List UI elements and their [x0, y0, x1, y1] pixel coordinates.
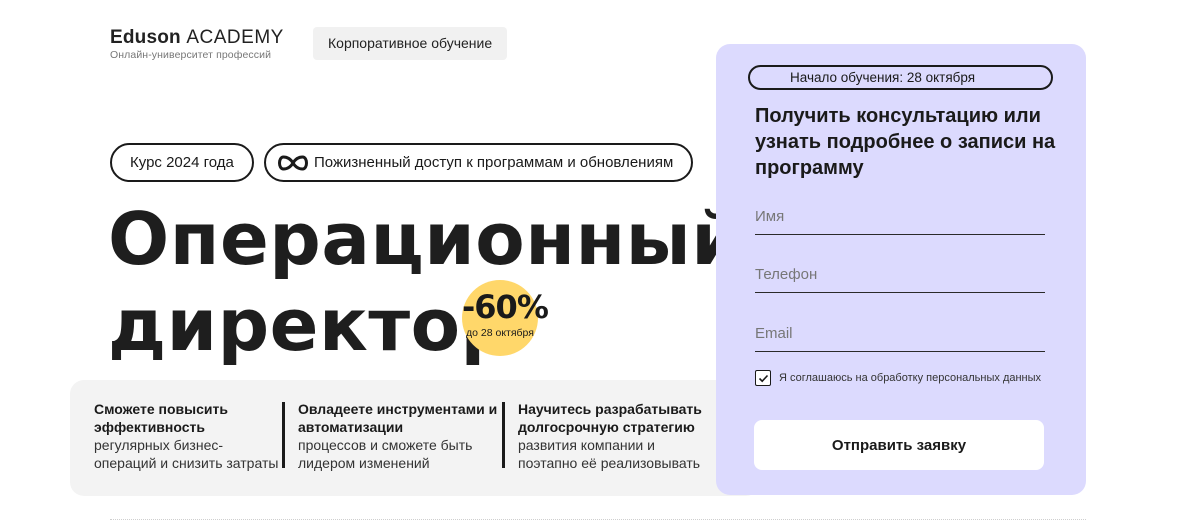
email-field	[755, 316, 1045, 352]
feature-divider	[502, 402, 505, 468]
form-title: Получить консультацию или узнать подробн…	[755, 105, 1056, 179]
feature-item: Сможете повысить эффективность регулярны…	[94, 400, 279, 472]
name-input[interactable]	[755, 199, 1045, 234]
discount-percent: -60%	[462, 288, 549, 326]
logo-brand: Eduson	[110, 27, 181, 48]
name-field	[755, 199, 1045, 235]
feature-heading: Овладеете инструментами и автоматизации	[298, 401, 498, 435]
infinity-icon	[278, 154, 308, 171]
feature-item: Овладеете инструментами и автоматизации …	[298, 400, 503, 472]
logo[interactable]: Eduson ACADEMY Онлайн-университет профес…	[110, 28, 284, 62]
feature-heading: Сможете повысить эффективность	[94, 401, 228, 435]
section-divider	[110, 519, 1086, 520]
feature-text: процессов и сможете быть лидером изменен…	[298, 437, 473, 471]
logo-tagline: Онлайн-университет профессий	[110, 49, 272, 61]
logo-wordmark: Eduson ACADEMY	[110, 28, 284, 48]
email-input[interactable]	[755, 316, 1045, 351]
feature-item: Научитесь разрабатывать долгосрочную стр…	[518, 400, 718, 472]
logo-academy: ACADEMY	[186, 27, 284, 48]
feature-heading: Научитесь разрабатывать долгосрочную стр…	[518, 401, 702, 435]
start-date-pill: Начало обучения: 28 октября	[748, 65, 1053, 90]
phone-input[interactable]	[755, 257, 1045, 292]
corporate-training-button[interactable]: Корпоративное обучение	[313, 27, 508, 60]
page-title: Операционный директор	[108, 196, 742, 368]
title-line-2: директор	[108, 283, 513, 367]
submit-button[interactable]: Отправить заявку	[754, 420, 1044, 470]
lifetime-access-pill: Пожизненный доступ к программам и обновл…	[264, 143, 694, 182]
checkmark-icon	[758, 374, 768, 382]
feature-text: регулярных бизнес-операций и снизить зат…	[94, 437, 279, 471]
phone-field	[755, 257, 1045, 293]
landing-page: Eduson ACADEMY Онлайн-университет профес…	[0, 0, 1200, 523]
feature-text: развития компании и поэтапно её реализов…	[518, 437, 701, 471]
consultation-form: Начало обучения: 28 октября Получить кон…	[716, 44, 1086, 495]
feature-divider	[282, 402, 285, 468]
lifetime-access-label: Пожизненный доступ к программам и обновл…	[314, 154, 674, 171]
consent-checkbox[interactable]	[755, 370, 771, 386]
title-line-1: Операционный	[108, 197, 743, 281]
consent-label: Я соглашаюсь на обработку персональных д…	[779, 372, 1042, 384]
course-year-pill: Курс 2024 года	[110, 143, 254, 182]
discount-until: до 28 октября	[466, 327, 534, 339]
features-panel: Сможете повысить эффективность регулярны…	[70, 380, 760, 496]
consent-row: Я соглашаюсь на обработку персональных д…	[755, 370, 1055, 386]
